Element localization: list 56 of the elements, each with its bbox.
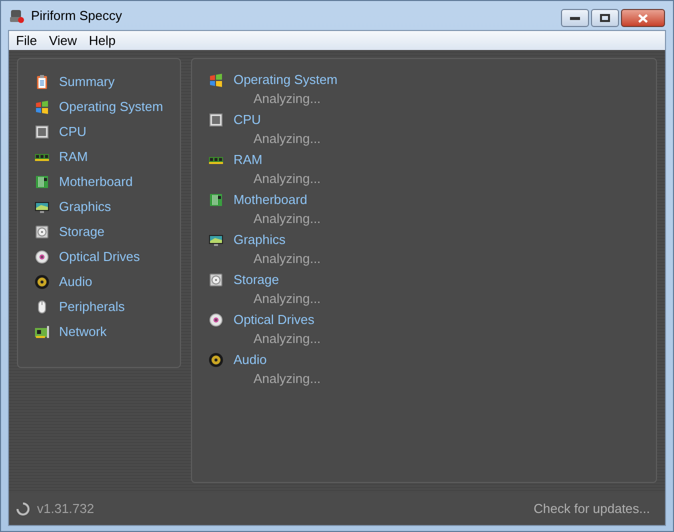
hard-drive-icon [208, 272, 224, 288]
maximize-icon [600, 14, 610, 22]
four-pane-flag-icon [34, 98, 50, 114]
window-title: Piriform Speccy [31, 6, 122, 25]
section-title: Motherboard [233, 191, 308, 210]
status-text: Analyzing... [253, 250, 321, 268]
check-updates-link[interactable]: Check for updates... [534, 499, 650, 519]
monitor-icon [208, 232, 224, 248]
minimize-button[interactable] [561, 9, 589, 27]
section-title: Operating System [233, 71, 338, 90]
speaker-icon [34, 274, 50, 290]
status-text: Analyzing... [253, 290, 321, 308]
chip-icon [34, 124, 50, 140]
section-title: Audio [233, 351, 267, 370]
sidebar-item[interactable]: Peripherals [18, 294, 180, 319]
sidebar-item[interactable]: Operating System [18, 94, 180, 119]
section-title: Optical Drives [233, 311, 314, 330]
status-text: Analyzing... [253, 210, 321, 228]
status-text: Analyzing... [253, 170, 321, 188]
disc-icon [208, 312, 224, 328]
menu-item[interactable]: Help [84, 30, 121, 50]
status-text: Analyzing... [253, 90, 321, 108]
sidebar-item[interactable]: Motherboard [18, 169, 180, 194]
section-title: Graphics [233, 231, 286, 250]
status-text: Analyzing... [253, 130, 321, 148]
section-title: RAM [233, 151, 262, 170]
close-button[interactable] [621, 9, 665, 27]
close-icon [638, 14, 648, 22]
sidebar-item[interactable]: Audio [18, 269, 180, 294]
sidebar-item[interactable]: Summary [18, 69, 180, 94]
version-text: v1.31.732 [37, 500, 94, 518]
menu-item[interactable]: View [44, 30, 82, 50]
circuit-board-icon [208, 192, 224, 208]
sidebar-item[interactable]: RAM [18, 144, 180, 169]
clipboard-icon [34, 74, 50, 90]
app-icon [9, 8, 25, 24]
menu-item[interactable]: File [11, 30, 42, 50]
status-text: Analyzing... [253, 370, 321, 388]
sidebar-item[interactable]: CPU [18, 119, 180, 144]
disc-icon [34, 248, 50, 264]
status-text: Analyzing... [253, 330, 321, 348]
sidebar-item[interactable]: Graphics [18, 194, 180, 219]
section-title: CPU [233, 111, 261, 130]
network-card-icon [34, 324, 50, 340]
chip-icon [208, 112, 224, 128]
circuit-board-icon [34, 174, 50, 190]
maximize-button[interactable] [591, 9, 619, 27]
sidebar-item[interactable]: Optical Drives [18, 244, 180, 269]
speaker-icon [208, 352, 224, 368]
four-pane-flag-icon [208, 72, 224, 88]
minimize-icon [570, 16, 580, 20]
loading-icon [16, 502, 30, 516]
sidebar-item[interactable]: Storage [18, 219, 180, 244]
section-title: Storage [233, 271, 280, 290]
hard-drive-icon [34, 224, 50, 240]
sidebar-item[interactable]: Network [18, 319, 180, 344]
